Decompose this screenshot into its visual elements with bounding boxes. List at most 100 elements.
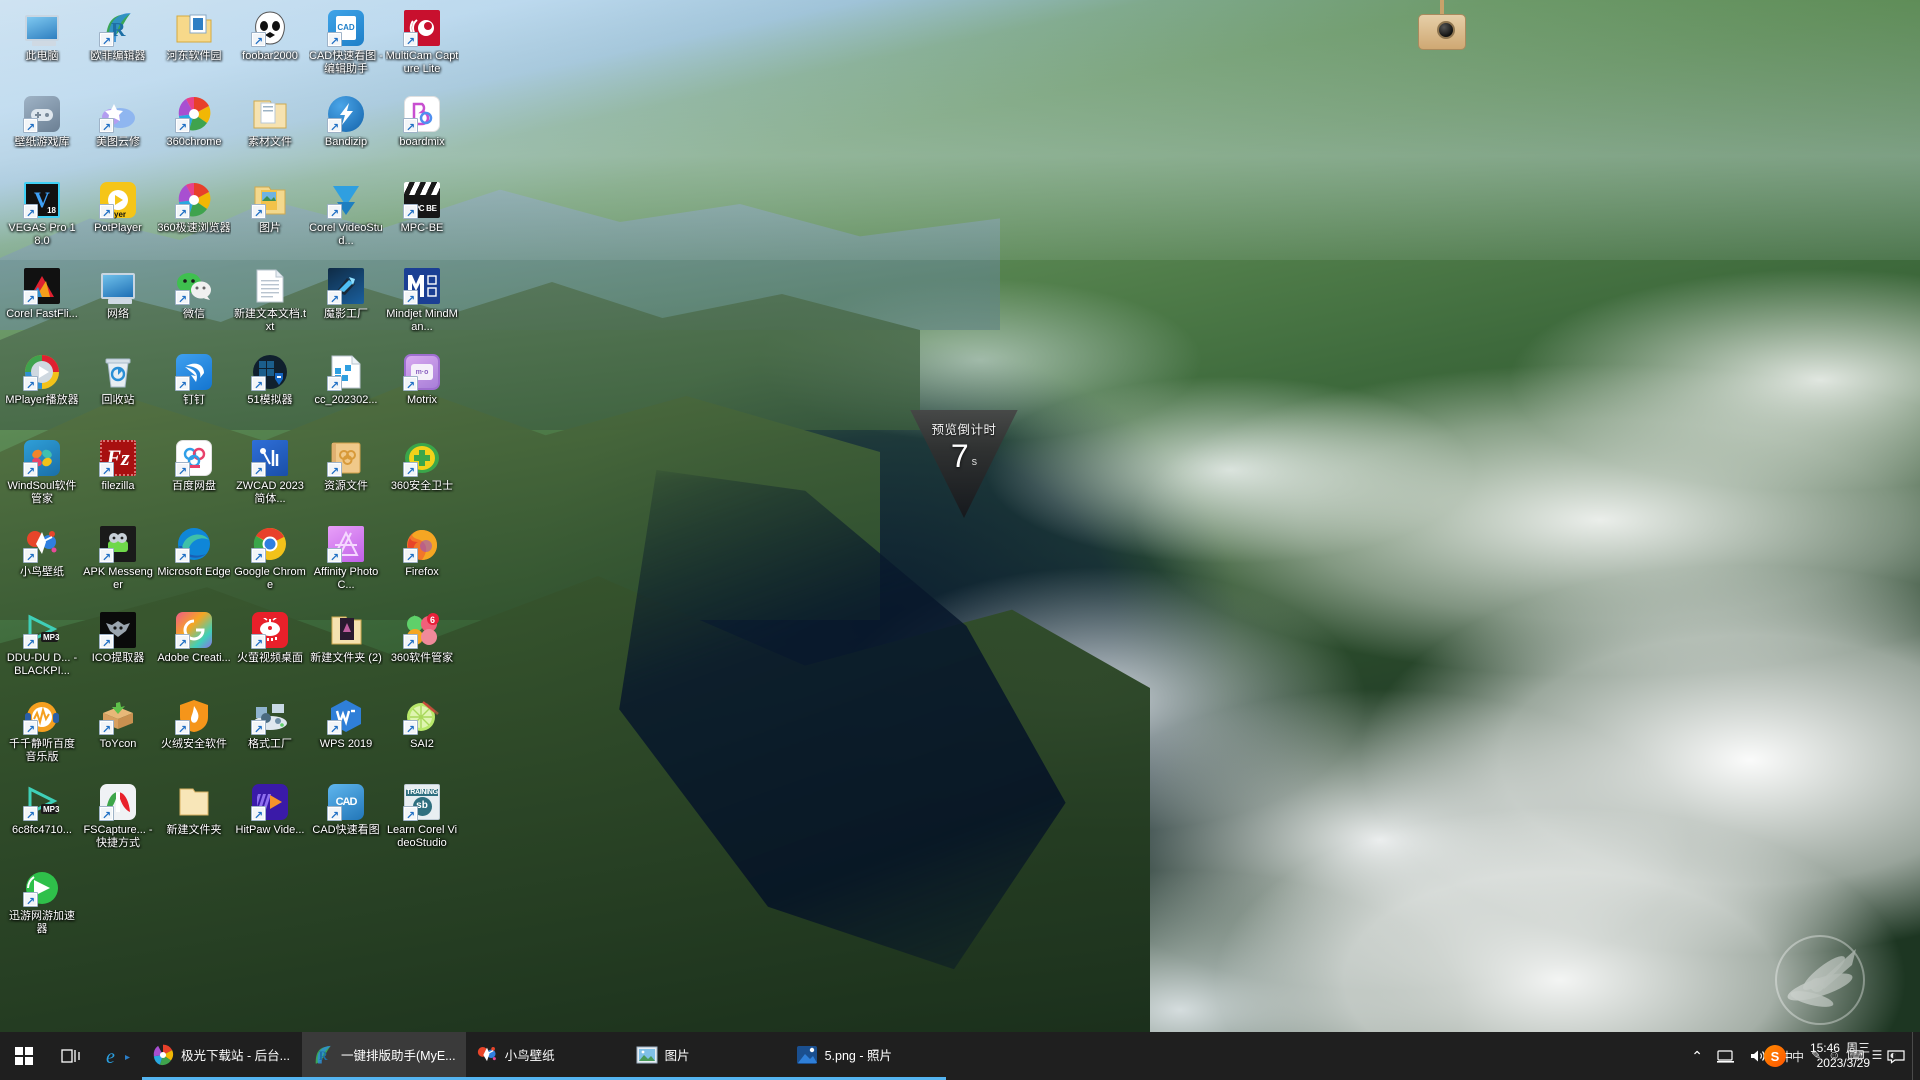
desktop-icon[interactable]: WindSoul软件管家 [4,434,80,520]
desktop-icon[interactable]: MultiCam Capture Lite [384,4,460,90]
desktop-icon[interactable]: 迅游网游加速器 [4,864,80,950]
sogou-item[interactable]: ◐ [1889,1048,1896,1065]
sogou-item[interactable]: ☺ [1828,1048,1840,1065]
microsoft-edge-icon [175,525,213,565]
desktop-icon[interactable]: HitPaw Vide... [232,778,308,864]
desktop-icon[interactable]: 新建文本文档.txt [232,262,308,348]
sogou-item[interactable]: ✎ [1811,1048,1821,1065]
desktop-icon[interactable]: Fzfilezilla [80,434,156,520]
affinity-photo-icon [327,525,365,565]
desktop-icon[interactable]: Affinity Photo C... [308,520,384,606]
desktop-icon[interactable]: MPlayer播放器 [4,348,80,434]
hedong-software-folder-icon [175,9,213,47]
desktop-icon[interactable]: 新建文件夹 [156,778,232,864]
desktop-icon[interactable]: Corel VideoStud... [308,176,384,262]
desktop-icon[interactable]: 格式工厂 [232,692,308,778]
taskbar-task[interactable]: 极光下载站 - 后台... [142,1032,302,1080]
camera-widget[interactable] [1414,0,1470,54]
task-view-button[interactable] [48,1032,94,1080]
360chrome-icon [175,95,213,135]
desktop-icon[interactable]: CADCAD快速看图 - 编辑助手 [308,4,384,90]
desktop-icon[interactable]: R 欧菲编辑器 [80,4,156,90]
desktop-icon[interactable]: 360极速浏览器 [156,176,232,262]
desktop-icon[interactable]: Google Chrome [232,520,308,606]
desktop-icon[interactable]: 360安全卫士 [384,434,460,520]
desktop-icon[interactable]: 魔影工厂 [308,262,384,348]
desktop-icon[interactable]: WPS 2019 [308,692,384,778]
desktop-icon[interactable]: 51模拟器 [232,348,308,434]
desktop-icon[interactable]: 火绒安全软件 [156,692,232,778]
360-speed-browser-icon [175,181,213,221]
desktop-icon[interactable]: Mindjet MindMan... [384,262,460,348]
cad-quick-view-2-icon: CAD [327,783,365,823]
desktop-icon[interactable]: 美图云修 [80,90,156,176]
desktop-icon[interactable]: 资源文件 [308,434,384,520]
show-desktop-button[interactable] [1912,1032,1920,1080]
desktop-icon[interactable]: 火萤视频桌面 [232,606,308,692]
desktop-icon[interactable]: 微信 [156,262,232,348]
tray-chevron-button[interactable]: ⌃ [1684,1032,1710,1080]
desktop-icon-label: WindSoul软件管家 [7,480,77,505]
desktop-icon-label: Mindjet MindMan... [386,308,458,333]
desktop-icon[interactable]: Firefox [384,520,460,606]
desktop-icon[interactable]: 此电脑 [4,4,80,90]
desktop-icon[interactable]: 新建文件夹 (2) [308,606,384,692]
desktop-icon[interactable]: V18VEGAS Pro 18.0 [4,176,80,262]
desktop-icon[interactable]: Microsoft Edge [156,520,232,606]
desktop-icon[interactable]: 河东软件园 [156,4,232,90]
desktop-background[interactable]: 此电脑R欧菲编辑器河东软件园foobar2000CADCAD快速看图 - 编辑助… [0,0,1920,1080]
desktop-icon[interactable]: ZWCAD 2023 简体... [232,434,308,520]
desktop-icon[interactable]: m·oMotrix [384,348,460,434]
internet-explorer-button[interactable]: e [94,1032,142,1080]
desktop-icon[interactable]: SAI2 [384,692,460,778]
desktop-icon[interactable]: 360chrome [156,90,232,176]
desktop-icon[interactable]: cc_202302... [308,348,384,434]
desktop-icon[interactable]: boardmix [384,90,460,176]
desktop-icon[interactable]: 图片 [232,176,308,262]
sai2-icon [403,697,441,737]
desktop-icon[interactable]: 钉钉 [156,348,232,434]
sogou-item[interactable]: ⌨ [1847,1048,1864,1065]
tray-network-button[interactable] [1710,1032,1742,1080]
chevron-up-icon: ⌃ [1691,1047,1703,1064]
desktop-icon[interactable]: 壁纸游戏库 [4,90,80,176]
desktop-icon-label: 51模拟器 [247,394,293,406]
desktop-icon[interactable]: 小鸟壁纸 [4,520,80,606]
sogou-item[interactable]: 中 [1792,1048,1804,1065]
desktop-icon[interactable]: Corel FastFli... [4,262,80,348]
internet-explorer-icon: e [106,1046,130,1068]
sogou-item[interactable]: ☰ [1872,1048,1883,1065]
taskbar-task[interactable]: 小鸟壁纸 [465,1032,626,1080]
sogou-ime-bar[interactable]: S 中 ✎ ☺ ⌨ ☰ ◐ [1758,1036,1903,1076]
desktop-icon[interactable]: foobar2000 [232,4,308,90]
desktop-icon[interactable]: MP3 6c8fc4710... [4,778,80,864]
desktop-icon-label: 新建文件夹 [166,824,222,836]
desktop-icon[interactable]: 百度网盘 [156,434,232,520]
desktop-icon[interactable]: FSCapture... - 快捷方式 [80,778,156,864]
desktop-icon[interactable]: ToYcon [80,692,156,778]
desktop-icon[interactable]: MP3 DDU-DU D... - BLACKPI... [4,606,80,692]
desktop-icon[interactable]: CADCAD快速看图 [308,778,384,864]
taskbar-task[interactable]: 图片 [625,1032,786,1080]
desktop-icon[interactable]: Bandizip [308,90,384,176]
taskbar-task[interactable]: 5.png - 照片 [785,1032,946,1080]
desktop-icon[interactable]: TRAININGsbLearn Corel VideoStudio [384,778,460,864]
desktop-icon[interactable]: ICO提取器 [80,606,156,692]
desktop-icon[interactable]: 网络 [80,262,156,348]
desktop-icon[interactable]: 回收站 [80,348,156,434]
bandizip-icon [327,95,365,135]
corel-videostudio-icon [327,181,365,221]
start-button[interactable] [0,1032,48,1080]
sogou-logo-icon[interactable]: S [1764,1045,1786,1067]
taskbar-task[interactable]: R 一键排版助手(MyE... [302,1032,466,1080]
desktop-icon-label: Adobe Creati... [157,652,231,664]
desktop-icon[interactable]: 6 360软件管家 [384,606,460,692]
mp3-file-icon: MP3 [23,783,61,823]
new-folder-2-icon [327,611,365,649]
desktop-icon[interactable]: 千千静听百度音乐版 [4,692,80,778]
desktop-icon[interactable]: 素材文件 [232,90,308,176]
desktop-icon[interactable]: MPC BEMPC-BE [384,176,460,262]
desktop-icon[interactable]: APK Messenger [80,520,156,606]
desktop-icon[interactable]: Adobe Creati... [156,606,232,692]
desktop-icon[interactable]: PlayerPotPlayer [80,176,156,262]
